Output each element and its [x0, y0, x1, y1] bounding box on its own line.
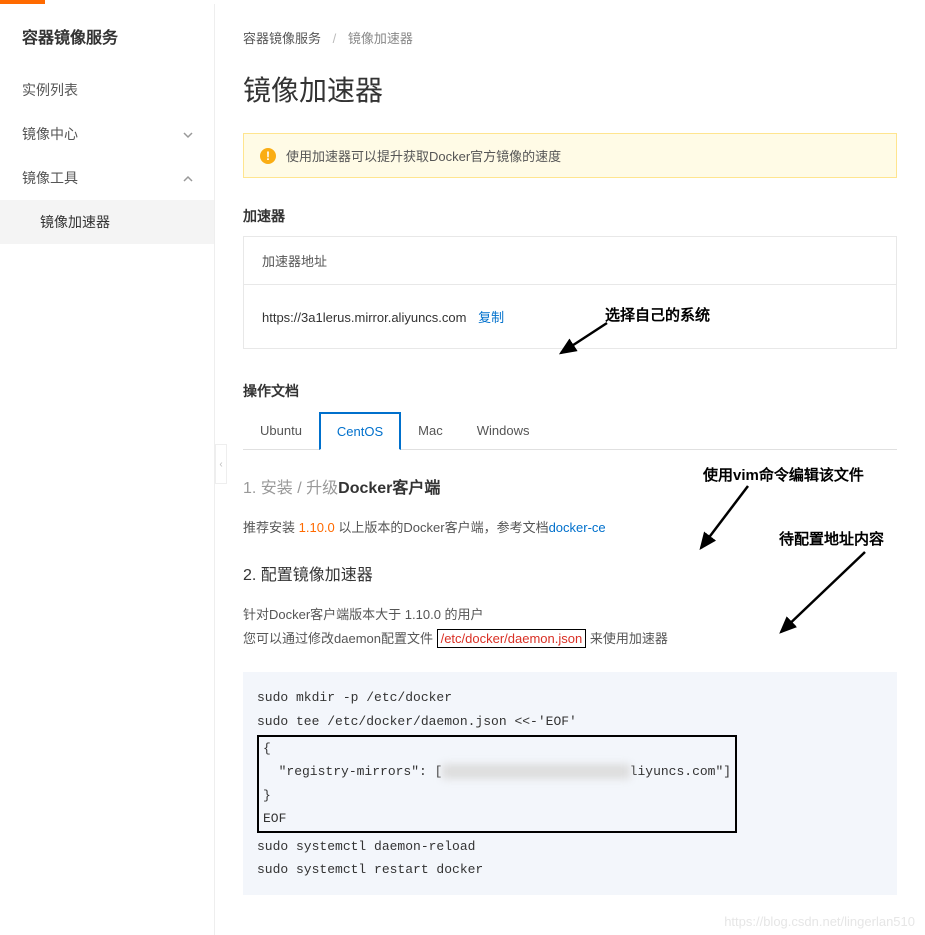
chevron-down-icon: [182, 128, 194, 140]
accelerator-section-label: 加速器: [243, 206, 897, 226]
info-icon: !: [260, 148, 276, 164]
code-block: sudo mkdir -p /etc/docker sudo tee /etc/…: [243, 672, 897, 895]
content-area: ‹ 容器镜像服务 / 镜像加速器 镜像加速器 ! 使用加速器可以提升获取Dock…: [215, 4, 925, 935]
sidebar-item-label: 镜像加速器: [40, 214, 110, 230]
sidebar-item-label: 实例列表: [22, 80, 78, 100]
docs-tabs: Ubuntu CentOS Mac Windows: [243, 411, 897, 450]
accelerator-card-header: 加速器地址: [244, 237, 896, 285]
breadcrumb-part: 镜像加速器: [348, 31, 413, 46]
sidebar-item-mirror-accelerator[interactable]: 镜像加速器: [0, 200, 214, 244]
sidebar-title: 容器镜像服务: [0, 4, 214, 68]
chevron-up-icon: [182, 172, 194, 184]
info-alert: ! 使用加速器可以提升获取Docker官方镜像的速度: [243, 133, 897, 178]
breadcrumb-separator: /: [333, 31, 337, 46]
accelerator-card: 加速器地址 https://3a1lerus.mirror.aliyuncs.c…: [243, 236, 897, 349]
copy-link[interactable]: 复制: [478, 310, 504, 325]
sidebar-item-image-center[interactable]: 镜像中心: [0, 112, 214, 156]
breadcrumb: 容器镜像服务 / 镜像加速器: [243, 28, 897, 47]
sidebar-item-label: 镜像工具: [22, 168, 78, 188]
step2-desc: 针对Docker客户端版本大于 1.10.0 的用户 您可以通过修改daemon…: [243, 603, 897, 650]
docker-ce-link[interactable]: docker-ce: [549, 520, 606, 535]
watermark: https://blog.csdn.net/lingerlan510: [724, 914, 915, 929]
sidebar: 容器镜像服务 实例列表 镜像中心 镜像工具 镜像加速器: [0, 4, 215, 935]
page-title: 镜像加速器: [243, 69, 897, 109]
tab-centos[interactable]: CentOS: [319, 412, 401, 450]
tab-windows[interactable]: Windows: [460, 412, 547, 450]
breadcrumb-part[interactable]: 容器镜像服务: [243, 31, 321, 46]
sidebar-item-image-tools[interactable]: 镜像工具: [0, 156, 214, 200]
daemon-json-path: /etc/docker/daemon.json: [437, 629, 587, 648]
alert-text: 使用加速器可以提升获取Docker官方镜像的速度: [286, 146, 561, 165]
chevron-left-icon: ‹: [219, 459, 222, 470]
tab-ubuntu[interactable]: Ubuntu: [243, 412, 319, 450]
docs-section-label: 操作文档: [243, 381, 897, 401]
sidebar-collapse-handle[interactable]: ‹: [215, 444, 227, 484]
sidebar-item-instances[interactable]: 实例列表: [0, 68, 214, 112]
accelerator-card-body: https://3a1lerus.mirror.aliyuncs.com 复制: [244, 285, 896, 348]
step1-desc: 推荐安装 1.10.0 以上版本的Docker客户端，参考文档docker-ce: [243, 516, 897, 539]
tab-mac[interactable]: Mac: [401, 412, 460, 450]
sidebar-item-label: 镜像中心: [22, 124, 78, 144]
step2-title: 2. 配置镜像加速器: [243, 561, 897, 585]
code-highlight-box: { "registry-mirrors": ["https://xxxxxx.m…: [257, 735, 737, 833]
mirror-url-text: https://3a1lerus.mirror.aliyuncs.com: [262, 310, 466, 325]
step1-title: 1. 安装 / 升级Docker客户端: [243, 474, 897, 498]
